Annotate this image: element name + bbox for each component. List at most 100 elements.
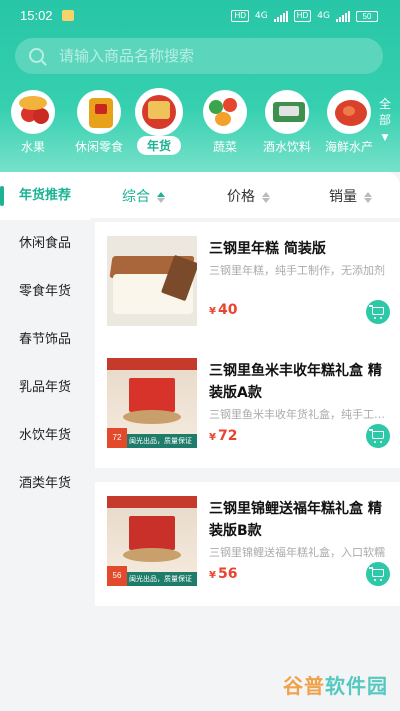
fruit-icon	[11, 90, 55, 134]
image-banner	[107, 358, 197, 370]
vegetable-icon	[203, 90, 247, 134]
product-card[interactable]: 72 闽光出品，质量保证 三钢里鱼米丰收年糕礼盒 精装版A款 三钢里鱼米丰收年货…	[95, 344, 400, 468]
product-title: 三钢里年糕 简装版	[209, 241, 326, 257]
product-image	[107, 236, 197, 326]
category-drinks[interactable]: 酒水饮料	[254, 88, 320, 155]
product-card[interactable]: 56 闽光出品，质量保证 三钢里锦鲤送福年糕礼盒 精装版B款 三钢里锦鲤送福年糕…	[95, 482, 400, 606]
hd-badge: HD	[231, 10, 250, 22]
watermark: 谷普软件园	[283, 670, 388, 699]
sidebar-item-label: 休闲食品	[19, 236, 72, 251]
price-value: 56	[217, 566, 238, 582]
watermark-part-2: 软件园	[325, 674, 388, 698]
image-price-tag: 72	[107, 428, 127, 448]
product-description: 三钢里锦鲤送福年糕礼盒，入口软糯	[209, 546, 385, 559]
product-price: ¥56	[209, 566, 237, 582]
status-time: 15:02	[20, 8, 53, 23]
snack-icon	[77, 90, 121, 134]
all-label-2: 部	[378, 113, 391, 127]
add-to-cart-button[interactable]	[366, 300, 390, 324]
search-input[interactable]	[59, 38, 359, 74]
status-indicators: HD 4G HD 4G 50	[231, 10, 378, 22]
sidebar-item-label: 乳品年货	[19, 380, 72, 395]
sort-label: 综合	[122, 189, 150, 205]
price-value: 40	[217, 302, 238, 318]
price-value: 72	[217, 428, 238, 444]
image-slogan: 闽光出品，质量保证	[129, 575, 192, 583]
product-list-area: 综合 价格 销量 三钢里年糕 简装版 三钢里年糕，纯手工制作，无添加剂 ¥40	[90, 172, 400, 711]
sidebar-item-leisure-food[interactable]: 休闲食品	[0, 220, 90, 268]
sidebar-item-decorations[interactable]: 春节饰品	[0, 316, 90, 364]
sidebar-item-snacks[interactable]: 零食年货	[0, 268, 90, 316]
category-label: 休闲零食	[74, 140, 123, 154]
gift-box-shape	[129, 516, 175, 550]
product-title: 三钢里锦鲤送福年糕礼盒 精装版B款	[209, 501, 382, 539]
category-label: 水果	[20, 140, 45, 154]
search-bar[interactable]	[15, 38, 383, 74]
sidebar-item-liquor[interactable]: 酒类年货	[0, 460, 90, 508]
sidebar-item-label: 零食年货	[19, 284, 72, 299]
sidebar: 年货推荐 休闲食品 零食年货 春节饰品 乳品年货 水饮年货 酒类年货	[0, 172, 90, 711]
network-label-2: 4G	[317, 11, 330, 21]
category-newyear[interactable]: 年货	[126, 88, 192, 159]
add-to-cart-button[interactable]	[366, 424, 390, 448]
sidebar-item-label: 年货推荐	[19, 188, 72, 203]
category-label: 年货	[136, 136, 181, 155]
sidebar-item-label: 酒类年货	[19, 476, 72, 491]
notification-app-icon	[62, 10, 74, 21]
search-icon	[29, 48, 44, 63]
currency-symbol: ¥	[209, 432, 216, 443]
cart-icon	[369, 429, 384, 443]
product-description: 三钢里鱼米丰收年货礼盒，纯手工制作	[209, 408, 389, 421]
gift-box-shape	[129, 378, 175, 412]
sort-comprehensive[interactable]: 综合	[122, 186, 166, 206]
image-banner	[107, 496, 197, 508]
newyear-goods-icon	[135, 88, 183, 136]
battery-icon: 50	[356, 10, 378, 22]
product-card[interactable]: 三钢里年糕 简装版 三钢里年糕，纯手工制作，无添加剂 ¥40	[95, 222, 400, 346]
hd-badge-2: HD	[293, 10, 312, 22]
drinks-icon	[265, 90, 309, 134]
cart-icon	[369, 305, 384, 319]
sort-label: 销量	[329, 189, 357, 205]
sidebar-item-dairy[interactable]: 乳品年货	[0, 364, 90, 412]
sort-arrows-icon	[364, 191, 373, 203]
network-label-1: 4G	[255, 11, 268, 21]
category-seafood[interactable]: 海鲜水产	[316, 88, 382, 155]
currency-symbol: ¥	[209, 306, 216, 317]
sort-arrows-icon	[157, 191, 166, 203]
signal-icon-2	[336, 10, 350, 22]
sidebar-item-label: 水饮年货	[19, 428, 72, 443]
cart-icon	[369, 567, 384, 581]
all-label-1: 全	[378, 97, 391, 111]
category-label: 蔬菜	[212, 140, 237, 154]
sort-arrows-icon	[262, 191, 271, 203]
product-title: 三钢里鱼米丰收年糕礼盒 精装版A款	[209, 363, 382, 401]
category-fruit[interactable]: 水果	[0, 88, 66, 155]
watermark-part-1: 谷普	[283, 674, 325, 698]
product-price: ¥72	[209, 428, 237, 444]
product-image: 72 闽光出品，质量保证	[107, 358, 197, 448]
image-slogan: 闽光出品，质量保证	[129, 437, 192, 445]
category-label: 酒水饮料	[262, 140, 311, 154]
sort-label: 价格	[227, 189, 255, 205]
chevron-down-icon: ▼	[381, 133, 389, 143]
add-to-cart-button[interactable]	[366, 562, 390, 586]
sort-sales[interactable]: 销量	[329, 186, 373, 206]
all-categories-button[interactable]: 全 部 ▼	[378, 96, 392, 146]
image-price-tag: 56	[107, 566, 127, 586]
seafood-icon	[327, 90, 371, 134]
category-vegetables[interactable]: 蔬菜	[192, 88, 258, 155]
rice-cake-plate	[123, 548, 181, 562]
currency-symbol: ¥	[209, 570, 216, 581]
product-description: 三钢里年糕，纯手工制作，无添加剂	[209, 264, 385, 277]
product-image: 56 闽光出品，质量保证	[107, 496, 197, 586]
sort-price[interactable]: 价格	[227, 186, 271, 206]
category-strip: 水果 休闲零食 年货 蔬菜 酒水饮料 海鲜水产	[0, 88, 400, 160]
sidebar-item-label: 春节饰品	[19, 332, 72, 347]
product-price: ¥40	[209, 302, 237, 318]
sidebar-item-beverages[interactable]: 水饮年货	[0, 412, 90, 460]
sort-bar: 综合 价格 销量	[90, 172, 400, 218]
category-snacks[interactable]: 休闲零食	[66, 88, 132, 155]
signal-icon	[273, 10, 288, 22]
sidebar-item-recommended[interactable]: 年货推荐	[0, 172, 90, 220]
